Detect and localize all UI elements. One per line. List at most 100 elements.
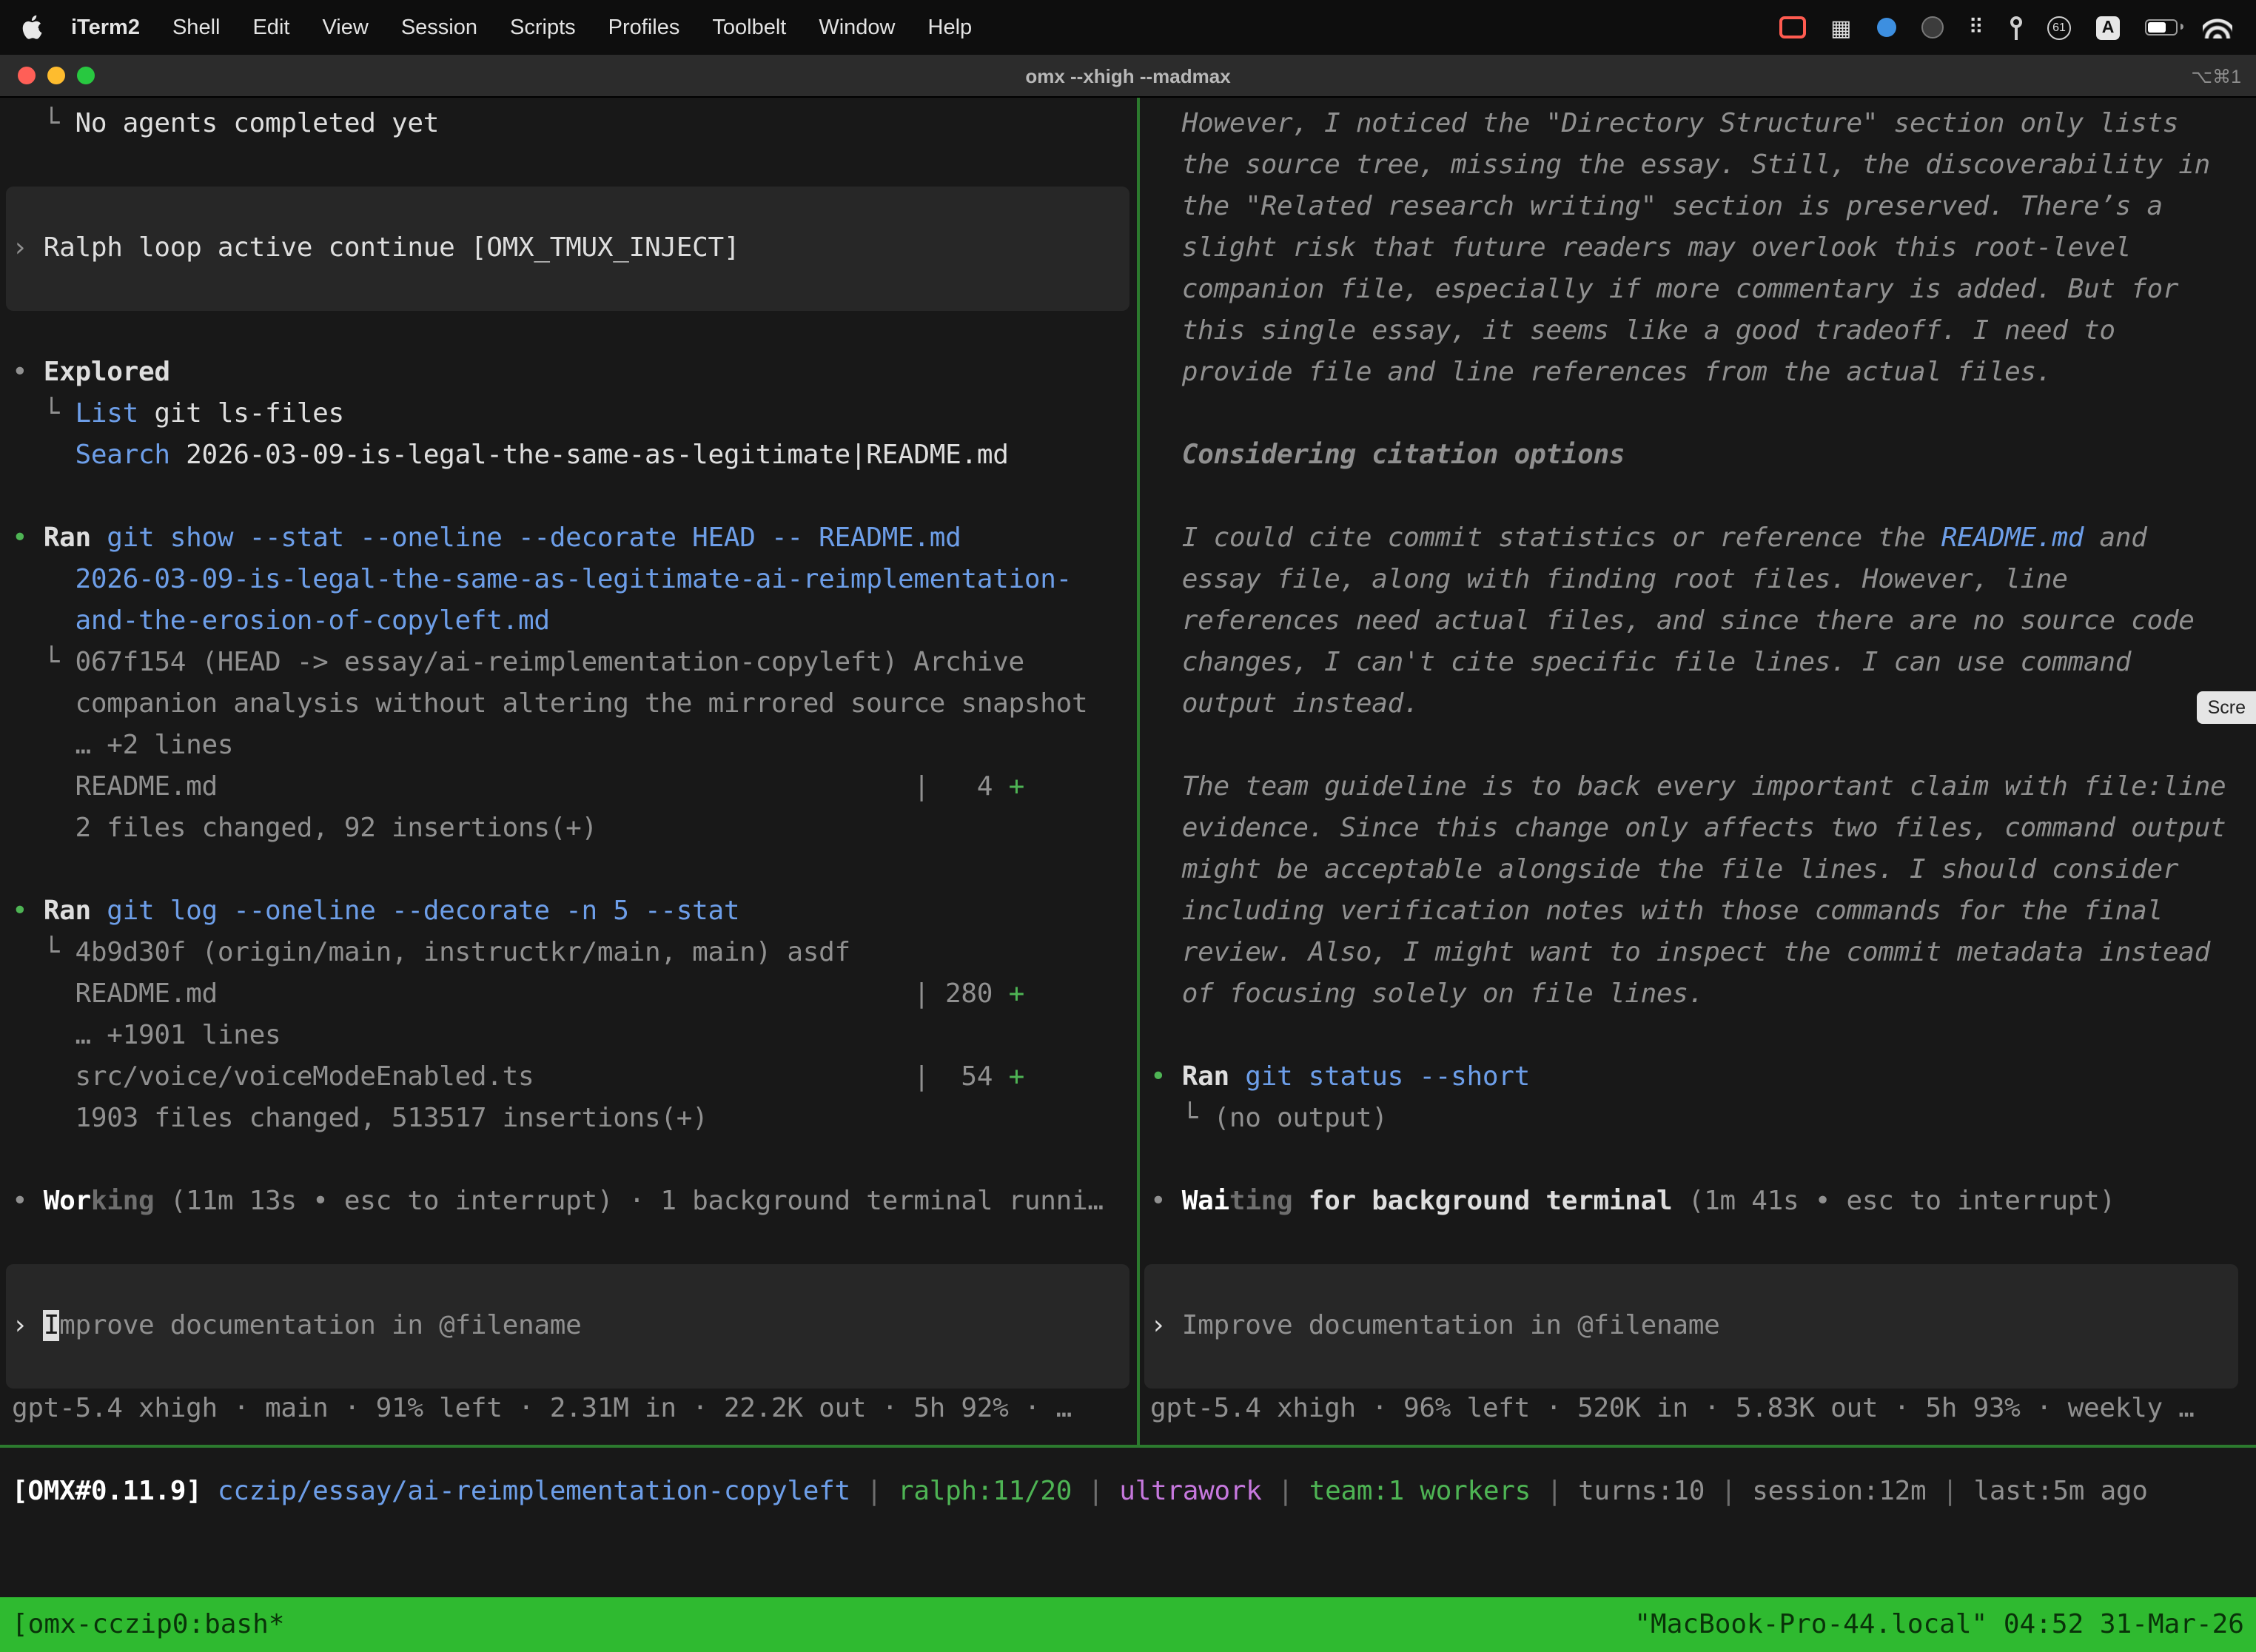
text-segment [91, 896, 107, 927]
terminal-line: including verification notes with those … [1150, 891, 2256, 933]
text-segment: └ [12, 108, 75, 139]
terminal-line: The team guideline is to back every impo… [1150, 767, 2256, 808]
text-segment: git status --short [1245, 1061, 1530, 1092]
text-segment: Ran [1182, 1061, 1229, 1092]
text-segment: git ls-files [138, 398, 344, 429]
text-segment: README.md [1941, 523, 2084, 554]
ralph-inject-banner[interactable]: › Ralph loop active continue [OMX_TMUX_I… [6, 187, 1129, 311]
menu-profiles[interactable]: Profiles [592, 16, 696, 39]
menu-edit[interactable]: Edit [236, 16, 306, 39]
menu-window[interactable]: Window [802, 16, 911, 39]
text-segment: Ralph loop active continue [OMX_TMUX_INJ… [44, 232, 739, 263]
text-segment: Search [75, 440, 170, 471]
text-segment: gpt-5.4 xhigh · main · 91% left · 2.31M … [12, 1393, 1072, 1424]
text-segment [12, 605, 75, 637]
prompt-input[interactable]: › Improve documentation in @filename [6, 1264, 1129, 1389]
terminal-line: gpt-5.4 xhigh · main · 91% left · 2.31M … [12, 1389, 1137, 1430]
text-segment: … +2 lines [12, 730, 233, 761]
text-segment: [OMX#0.11.9] [12, 1476, 218, 1507]
text-segment: session:12m [1752, 1476, 1926, 1507]
minimize-button[interactable] [47, 67, 65, 84]
window-title-bar[interactable]: omx --xhigh --madmax ⌥⌘1 [0, 55, 2256, 98]
text-segment: git show --stat --oneline --decorate HEA… [107, 523, 961, 554]
right-pane[interactable]: However, I noticed the "Directory Struct… [1140, 98, 2256, 1445]
blank-line [12, 1140, 1137, 1181]
screen-recording-icon[interactable] [1779, 16, 1805, 38]
terminal-line: └ List git ls-files [12, 394, 1137, 435]
text-segment: mprove documentation in @filename [59, 1310, 581, 1341]
dots-grid-icon[interactable]: ⠿ [1968, 15, 1985, 40]
terminal-line: provide file and line references from th… [1150, 352, 2256, 394]
menu-scripts[interactable]: Scripts [494, 16, 592, 39]
blue-app-icon[interactable] [1876, 18, 1896, 37]
text-segment: (11m 13s • esc to interrupt) · 1 backgro… [154, 1186, 1103, 1217]
text-segment: Ran [44, 896, 91, 927]
screen: iTerm2ShellEditViewSessionScriptsProfile… [0, 0, 2256, 1652]
blank-line [1150, 1140, 2256, 1181]
text-segment [1229, 1061, 1245, 1092]
blank-line [12, 850, 1137, 891]
terminal-line: the "Related research writing" section i… [1150, 187, 2256, 228]
zoom-button[interactable] [77, 67, 95, 84]
dark-app-icon[interactable] [1921, 16, 1943, 38]
terminal-line: review. Also, I might want to inspect th… [1150, 933, 2256, 974]
text-segment: README.md | 4 [12, 771, 1009, 802]
terminal-line: of focusing solely on file lines. [1150, 974, 2256, 1015]
menu-shell[interactable]: Shell [156, 16, 237, 39]
window-shortcut: ⌥⌘1 [2191, 64, 2241, 87]
text-segment: + [1009, 1061, 1024, 1092]
terminal-line: might be acceptable alongside the file l… [1150, 850, 2256, 891]
menu-help[interactable]: Help [912, 16, 989, 39]
text-segment: 067f154 (HEAD -> essay/ai-reimplementati… [75, 647, 1024, 678]
menu-status-icons: ▦ ⠿ 61 A [1779, 14, 2238, 41]
wifi-icon[interactable] [2203, 17, 2232, 38]
menu-session[interactable]: Session [385, 16, 494, 39]
terminal-line: … +2 lines [12, 725, 1137, 767]
text-segment: team:1 workers [1309, 1476, 1531, 1507]
key-icon[interactable] [2010, 16, 2022, 39]
text-segment: for background terminal [1292, 1186, 1672, 1217]
text-segment: | [1262, 1476, 1309, 1507]
terminal-line: companion file, especially if more comme… [1150, 269, 2256, 311]
tmux-session-window: [omx-cczip0:bash* [12, 1609, 284, 1640]
menu-bar: iTerm2ShellEditViewSessionScriptsProfile… [0, 0, 2256, 55]
text-segment: › [12, 1310, 44, 1341]
menu-toolbelt[interactable]: Toolbelt [696, 16, 802, 39]
left-pane[interactable]: └ No agents completed yet› Ralph loop ac… [0, 98, 1137, 1445]
traffic-lights [18, 55, 95, 96]
prompt-input[interactable]: › Improve documentation in @filename [1144, 1264, 2238, 1389]
input-source-icon[interactable]: A [2096, 16, 2120, 39]
text-segment: └ [12, 398, 75, 429]
text-segment: 4b9d30f (origin/main, instructkr/main, m… [75, 937, 850, 968]
terminal-line: Search 2026-03-09-is-legal-the-same-as-l… [12, 435, 1137, 477]
blank-line [1150, 477, 2256, 518]
blank-line [12, 311, 1137, 352]
text-segment: Considering citation options [1150, 440, 1625, 471]
text-segment: The team guideline is to back every impo… [1150, 771, 2226, 802]
input-line: › Improve documentation in @filename [1150, 1306, 1719, 1347]
menu-iterm2[interactable]: iTerm2 [55, 16, 156, 39]
text-segment: • [12, 1186, 44, 1217]
battery-percent-icon[interactable]: 61 [2047, 16, 2071, 39]
blank-line [1150, 1223, 2256, 1264]
close-button[interactable] [18, 67, 36, 84]
window-manager-icon[interactable]: ▦ [1830, 14, 1851, 41]
terminal-line: and-the-erosion-of-copyleft.md [12, 601, 1137, 642]
menu-view[interactable]: View [306, 16, 384, 39]
text-segment: └ [12, 647, 75, 678]
text-segment: (1m 41s • esc to interrupt) [1672, 1186, 2115, 1217]
terminal-line: README.md | 280 + [12, 974, 1137, 1015]
window-title: omx --xhigh --madmax [1025, 64, 1230, 87]
text-segment: including verification notes with those … [1150, 896, 2163, 927]
text-segment: slight risk that future readers may over… [1150, 232, 2131, 263]
text-segment: • [12, 896, 44, 927]
terminal-line: 1903 files changed, 513517 insertions(+) [12, 1098, 1137, 1140]
text-segment: (no output) [1214, 1103, 1388, 1134]
battery-icon[interactable] [2145, 19, 2178, 36]
text-segment: Ran [44, 523, 91, 554]
text-segment: • [12, 357, 44, 388]
text-segment: Wor [44, 1186, 91, 1217]
apple-logo-icon[interactable] [21, 15, 43, 40]
terminal-line: • Explored [12, 352, 1137, 394]
text-segment [12, 564, 75, 595]
